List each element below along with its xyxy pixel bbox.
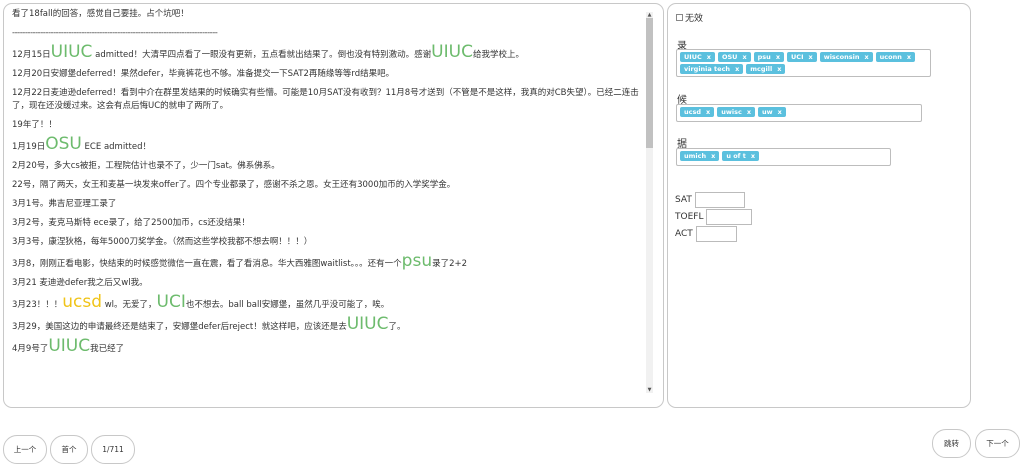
- school-highlight: UIUC: [50, 42, 93, 62]
- remove-tag-icon[interactable]: x: [808, 52, 812, 62]
- school-tag-label: psu: [757, 53, 771, 61]
- remove-tag-icon[interactable]: x: [777, 64, 781, 74]
- school-tag: u of t x: [722, 151, 760, 161]
- school-highlight: ucsd: [62, 292, 103, 312]
- remove-tag-icon[interactable]: x: [735, 64, 739, 74]
- toefl-row: TOEFL: [675, 209, 753, 225]
- post-line: 4月9号了UIUC我已经了: [12, 336, 125, 356]
- school-tag: mcgill x: [746, 64, 786, 74]
- school-tag: virginia tech x: [680, 64, 744, 74]
- school-highlight: UIUC: [431, 42, 473, 62]
- remove-tag-icon[interactable]: x: [864, 52, 868, 62]
- post-separator: ----------------------------------------…: [12, 28, 218, 38]
- post-line: 12月20日安娜堡deferred！果然defer，毕竟裤花也不够。准备提交一下…: [12, 69, 395, 79]
- remove-tag-icon[interactable]: x: [711, 151, 715, 161]
- page-indicator[interactable]: 1/711: [91, 435, 135, 464]
- remove-tag-icon[interactable]: x: [706, 107, 710, 117]
- remove-tag-icon[interactable]: x: [751, 151, 755, 161]
- school-tag-label: wisconsin: [823, 53, 860, 61]
- post-line: 3月1号。弗吉尼亚理工录了: [12, 199, 117, 209]
- school-tag-label: mcgill: [750, 65, 773, 73]
- school-tag-label: uwisc: [721, 108, 742, 116]
- post-panel: 看了18fall的回答，感觉自己要挂。占个坑吧！ ---------------…: [3, 3, 664, 408]
- post-line: 1月19日OSU ECE admitted！: [12, 134, 151, 154]
- invalid-label: 无效: [685, 14, 704, 24]
- school-highlight: OSU: [45, 134, 82, 154]
- school-tag-label: UCI: [791, 53, 804, 61]
- remove-tag-icon[interactable]: x: [907, 52, 911, 62]
- post-line: 3月23！！！ucsd wl。无爱了，UCI也不想去。ball ball安娜堡，…: [12, 292, 390, 312]
- post-line: 19年了！！: [12, 120, 57, 130]
- school-tag: psu x: [753, 52, 785, 62]
- school-tag: UCI x: [787, 52, 817, 62]
- toefl-input[interactable]: [706, 209, 753, 225]
- post-line: 3月29，美国这边的申请最终还是结束了，安娜堡defer后reject！就这样吧…: [12, 314, 406, 334]
- sat-input[interactable]: [694, 192, 745, 208]
- sat-label: SAT: [675, 195, 692, 205]
- jump-button[interactable]: 跳转: [932, 429, 971, 458]
- post-line: 22号，隔了两天，女王和麦基一块发来offer了。四个专业都录了，感谢不杀之恩。…: [12, 180, 456, 190]
- prev-button[interactable]: 上一个: [3, 435, 47, 464]
- school-tag-label: u of t: [726, 152, 746, 160]
- invalid-checkbox-row[interactable]: 无效: [676, 11, 703, 24]
- school-tag-label: virginia tech: [684, 65, 731, 73]
- school-highlight: UCI: [156, 292, 186, 312]
- next-button[interactable]: 下一个: [975, 429, 1020, 458]
- act-input[interactable]: [695, 226, 737, 242]
- school-tag-label: ucsd: [684, 108, 702, 116]
- school-highlight: UIUC: [48, 336, 91, 356]
- act-row: ACT: [675, 226, 737, 242]
- post-line: 12月15日UIUC admitted！大清早四点看了一眼没有更新，五点看就出结…: [12, 42, 524, 62]
- school-tag: uw x: [758, 107, 786, 117]
- school-tag-label: uw: [762, 108, 773, 116]
- school-tag-label: uconn: [879, 53, 902, 61]
- first-button[interactable]: 首个: [50, 435, 88, 464]
- post-scrollbar[interactable]: ▲ ▼: [646, 12, 653, 393]
- school-highlight: UIUC: [346, 314, 389, 334]
- invalid-checkbox[interactable]: [676, 14, 683, 21]
- post-line: 3月2号，麦克马斯特 ece录了，给了2500加币，cs还没结果！: [12, 218, 250, 228]
- post-line: 3月3号，康涅狄格，每年5000刀奖学金。（然而这些学校我都不想去啊！！！）: [12, 237, 313, 247]
- post-line: 12月22日麦迪逊deferred！看到中介在群里发结果的时候确实有些懵。可能是…: [12, 88, 639, 111]
- school-tag-label: OSU: [721, 53, 738, 61]
- school-tag: uconn x: [875, 52, 916, 62]
- waitlist-tag-input[interactable]: ucsd x uwisc x uw x: [676, 104, 922, 122]
- sat-row: SAT: [675, 192, 745, 208]
- toefl-label: TOEFL: [675, 212, 704, 222]
- school-tag-label: UIUC: [684, 53, 702, 61]
- post-content: 看了18fall的回答，感觉自己要挂。占个坑吧！ ---------------…: [12, 8, 646, 388]
- post-line: 2月20号，多大cs被拒，工程院估计也录不了，少一门sat。佛系佛系。: [12, 161, 280, 171]
- admit-tag-input[interactable]: UIUC x OSU x psu x UCI x wisconsin x uconn x virgini…: [676, 49, 931, 77]
- school-tag: UIUC x: [680, 52, 715, 62]
- reject-tag-input[interactable]: umich x u of tx: [676, 148, 891, 166]
- remove-tag-icon[interactable]: x: [778, 107, 782, 117]
- act-label: ACT: [675, 229, 693, 239]
- scroll-thumb[interactable]: [646, 18, 653, 148]
- post-line: 看了18fall的回答，感觉自己要挂。占个坑吧！: [12, 9, 189, 19]
- post-line: 3月21 麦迪逊defer我之后又wl我。: [12, 278, 148, 288]
- school-tag-label: umich: [684, 152, 707, 160]
- scroll-down-arrow-icon[interactable]: ▼: [646, 387, 653, 393]
- school-tag: uwisc x: [717, 107, 756, 117]
- school-highlight: psu: [401, 251, 433, 271]
- school-tag: wisconsin x: [819, 52, 873, 62]
- post-line: 3月8，刚刚正看电影，快结束的时候感觉微信一直在震，看了看消息。华大西雅图wai…: [12, 251, 468, 271]
- remove-tag-icon[interactable]: x: [707, 52, 711, 62]
- school-tag: OSU x: [717, 52, 751, 62]
- school-tag: umich x: [680, 151, 720, 161]
- remove-tag-icon[interactable]: x: [747, 107, 751, 117]
- remove-tag-icon[interactable]: x: [742, 52, 746, 62]
- remove-tag-icon[interactable]: x: [776, 52, 780, 62]
- tagging-panel: 无效 录 UIUC x OSU x psu x UCI x wisconsin x uconn x vi…: [667, 3, 971, 408]
- school-tag: ucsd x: [680, 107, 715, 117]
